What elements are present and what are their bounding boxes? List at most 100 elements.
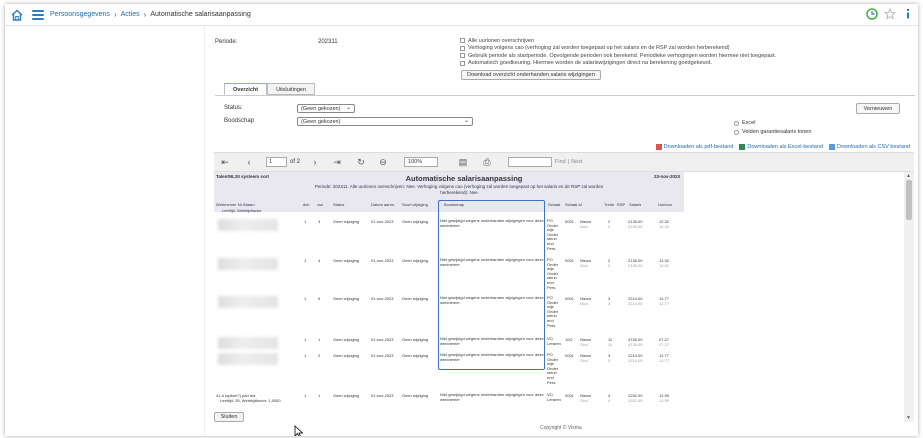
radio[interactable] xyxy=(734,120,739,126)
employee-name-redacted xyxy=(218,219,278,231)
cell-datum: 01-nov-2023 xyxy=(371,258,394,263)
left-pane xyxy=(5,26,205,436)
info-icon[interactable] xyxy=(902,8,914,20)
cell-soort: Geen wijziging xyxy=(402,219,429,224)
back-icon[interactable]: ⊖ xyxy=(376,157,390,168)
boodschap-select[interactable]: (Geen gekozen) xyxy=(297,117,473,126)
cell-schaal: VO Leraren xyxy=(547,392,561,402)
download-pdf-label: Downloaden als pdf-bestand xyxy=(663,144,734,150)
favorite-star-icon[interactable] xyxy=(884,8,896,20)
option-verhoging-cao[interactable]: Verhoging volgens cao (verhoging zal wor… xyxy=(460,45,880,53)
velden-garantiesalaris-option[interactable]: Velden garantiesalaris tonen xyxy=(734,129,811,135)
report-title: Automatische salarisaanpassing xyxy=(405,174,523,183)
previous-page-icon[interactable]: ‹ xyxy=(242,157,256,167)
main-content: Periode: 202311 Alle uurlonen overschrij… xyxy=(210,26,918,436)
cell-uurloon-oud: 27.27 xyxy=(659,342,670,347)
download-excel-link[interactable]: Downloaden als Excel-bestand xyxy=(739,144,823,150)
report-viewer: ⇤ ‹ 1 of 2 › ⇥ ↻ ⊖ 100% ▤ ⎙ Find | Next xyxy=(214,152,914,422)
cell-uurloon-oud: 12.77 xyxy=(659,358,670,363)
col-uurloon: Uurloon xyxy=(658,202,673,207)
periode-label: Periode: xyxy=(215,39,238,45)
cell-uurloon-oud: 12.77 xyxy=(659,301,670,306)
tab-uitsluitingen[interactable]: Uitsluitingen xyxy=(267,83,316,95)
breadcrumb-current-page: Automatische salarisaanpassing xyxy=(150,11,251,18)
cell-vsn: 4 xyxy=(318,258,321,263)
col-vsn: vsn xyxy=(317,202,324,207)
cell-datum: 01-nov-2023 xyxy=(371,393,394,398)
option-alle-uurlonen[interactable]: Alle uurlonen overschrijven xyxy=(460,37,880,45)
col-trede: Trede xyxy=(604,202,615,207)
next-page-icon[interactable]: › xyxy=(308,157,322,167)
cell-status: Geen wijziging xyxy=(333,353,360,358)
close-button[interactable]: Sluiten xyxy=(214,412,244,422)
refresh-button[interactable]: Vernieuwen xyxy=(856,103,900,114)
cell-trede-oud: 4 xyxy=(608,398,611,403)
tab-overzicht[interactable]: Overzicht xyxy=(224,83,268,95)
download-pdf-link[interactable]: Downloaden als pdf-bestand xyxy=(655,144,734,150)
find-input[interactable] xyxy=(508,157,553,167)
option-label: Automatisch goedkeuring. Hiermee worden … xyxy=(468,60,712,67)
cell-trede-oud: 2 xyxy=(608,224,611,229)
cell-oud: Oud xyxy=(580,263,588,268)
find-button[interactable]: Find xyxy=(555,159,566,165)
last-page-icon[interactable]: ⇥ xyxy=(330,157,344,168)
scrollbar-thumb[interactable] xyxy=(906,180,912,220)
cell-datum: 01-nov-2023 xyxy=(371,337,394,342)
page-number-input[interactable]: 1 xyxy=(266,157,287,167)
cell-salaris-oud: 4726.00 xyxy=(628,342,643,347)
option-automatisch-goedkeuring[interactable]: Automatisch goedkeuring. Hiermee worden … xyxy=(460,60,880,68)
option-label: Verhoging volgens cao (verhoging zal wor… xyxy=(468,45,730,52)
download-overview-button[interactable]: Download overzicht onderhanden salaris w… xyxy=(461,70,601,80)
cell-schaal: PO Onder wijs Onder steun end Pers. xyxy=(547,218,559,251)
option-startperiode[interactable]: Gebruik periode als startperiode. Opvolg… xyxy=(460,52,880,60)
print-icon[interactable]: ⎙ xyxy=(480,157,494,168)
cell-salaris-oud: 2214.00 xyxy=(628,301,643,306)
tab-divider xyxy=(215,95,915,96)
radio[interactable] xyxy=(734,129,739,135)
status-select[interactable]: (Geen gekozen) xyxy=(297,104,355,113)
breadcrumb-acties[interactable]: Acties xyxy=(121,11,140,18)
col-schaal-id: Schaal-id xyxy=(565,202,582,207)
cell-uurloon-oud: 12.32 xyxy=(659,224,670,229)
checkbox[interactable] xyxy=(460,53,465,59)
export-icon[interactable]: ▤ xyxy=(456,157,470,168)
col-schaal: Schaal xyxy=(548,202,561,207)
cell-salaris-oud: 2135.00 xyxy=(628,224,643,229)
col-rsp: RSP xyxy=(617,202,626,207)
cell-status: Geen wijziging xyxy=(333,258,360,263)
home-icon[interactable] xyxy=(10,8,24,22)
boodschap-label: Boodschap xyxy=(224,118,255,124)
cell-dvb: 1 xyxy=(304,353,307,358)
refresh-circle-icon[interactable] xyxy=(866,8,878,20)
find-next-button[interactable]: Next xyxy=(571,159,582,165)
cell-soort: Geen wijziging xyxy=(402,258,429,263)
velden-label: Velden garantiesalaris tonen xyxy=(742,129,812,135)
excel-option[interactable]: Excel xyxy=(734,120,755,126)
scroll-down-icon[interactable]: ▼ xyxy=(906,415,911,421)
tabs: Overzicht Uitsluitingen xyxy=(224,83,316,95)
first-page-icon[interactable]: ⇤ xyxy=(218,157,232,168)
download-csv-link[interactable]: Downloaden als CSV bestand xyxy=(828,144,910,150)
employee-name-redacted xyxy=(218,353,278,365)
col-soort: Soort wijziging xyxy=(402,202,428,207)
cell-status: Geen wijziging xyxy=(333,219,360,224)
option-label: Alle uurlonen overschrijven xyxy=(468,37,535,44)
refresh-icon[interactable]: ↻ xyxy=(354,157,368,168)
scroll-up-icon[interactable]: ▲ xyxy=(906,173,911,179)
cell-schaal: VO Leraren xyxy=(547,336,561,346)
checkbox[interactable] xyxy=(460,45,465,51)
breadcrumb-persoonsgegevens[interactable]: Persoonsgegevens xyxy=(50,11,110,18)
hamburger-icon[interactable] xyxy=(32,9,44,20)
cell-trede-oud: 3 xyxy=(608,358,611,363)
excel-label: Excel xyxy=(742,120,756,126)
employee-name-redacted xyxy=(218,258,278,270)
cell-datum: 01-nov-2023 xyxy=(371,353,394,358)
download-links: Downloaden als pdf-bestand Downloaden al… xyxy=(655,144,910,150)
checkbox[interactable] xyxy=(460,38,465,44)
checkbox[interactable] xyxy=(460,60,465,66)
report-page: TalentNL30 systeem sort Automatische sal… xyxy=(214,172,902,422)
zoom-select[interactable]: 100% xyxy=(404,157,439,167)
report-scrollbar[interactable]: ▲ ▼ xyxy=(904,172,914,422)
cell-salaris-oud: 2252.00 xyxy=(628,398,643,403)
col-status: Status xyxy=(333,202,345,207)
